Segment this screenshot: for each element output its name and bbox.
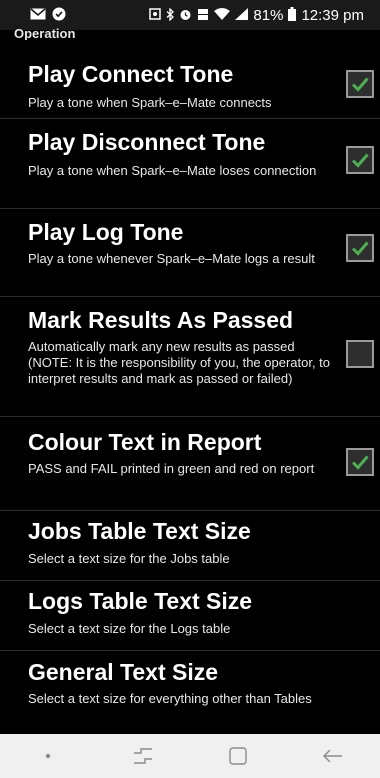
- section-header-operation: Operation: [14, 28, 76, 40]
- pref-general-text-size[interactable]: General Text Size Select a text size for…: [0, 656, 380, 728]
- pref-summary: Automatically mark any new results as pa…: [28, 339, 331, 386]
- back-icon[interactable]: [303, 734, 363, 778]
- pref-title: Play Disconnect Tone: [28, 129, 266, 155]
- wifi-icon: [214, 8, 231, 22]
- pref-title: Mark Results As Passed: [28, 307, 294, 333]
- pref-summary: Play a tone when Spark–e–Mate connects: [28, 95, 272, 110]
- pref-play-connect-tone[interactable]: Play Connect Tone Play a tone when Spark…: [0, 58, 380, 130]
- checkbox-play-disconnect-tone[interactable]: [346, 146, 374, 174]
- recent-apps-icon[interactable]: [113, 734, 173, 778]
- preference-list: Play Connect Tone Play a tone when Spark…: [0, 40, 380, 730]
- checkbox-play-log-tone[interactable]: [346, 234, 374, 262]
- pref-title: General Text Size: [28, 659, 219, 685]
- pref-colour-text-in-report[interactable]: Colour Text in Report PASS and FAIL prin…: [0, 424, 380, 508]
- check-icon: [351, 241, 369, 256]
- home-icon[interactable]: [208, 734, 268, 778]
- pref-title: Logs Table Text Size: [28, 588, 253, 614]
- navigation-bar: [0, 734, 380, 778]
- signal-icon: [235, 8, 249, 22]
- pref-mark-results-as-passed[interactable]: Mark Results As Passed Automatically mar…: [0, 304, 380, 418]
- battery-icon: [288, 7, 297, 23]
- divider: [0, 510, 380, 511]
- pref-play-log-tone[interactable]: Play Log Tone Play a tone whenever Spark…: [0, 216, 380, 298]
- divider: [0, 208, 380, 209]
- pref-summary: Select a text size for the Logs table: [28, 621, 231, 636]
- pref-jobs-table-text-size[interactable]: Jobs Table Text Size Select a text size …: [0, 516, 380, 582]
- do-not-disturb-icon: [52, 7, 66, 23]
- pref-title: Play Connect Tone: [28, 61, 234, 87]
- divider: [0, 580, 380, 581]
- pref-logs-table-text-size[interactable]: Logs Table Text Size Select a text size …: [0, 586, 380, 652]
- nav-dot-icon[interactable]: [18, 734, 78, 778]
- pref-summary: PASS and FAIL printed in green and red o…: [28, 461, 315, 476]
- check-icon: [351, 455, 369, 470]
- pref-title: Play Log Tone: [28, 219, 184, 245]
- volte-icon: [197, 7, 210, 23]
- pref-summary: Play a tone when Spark–e–Mate loses conn…: [28, 163, 317, 178]
- status-right-icons: 81% 12:39 pm: [149, 7, 364, 24]
- bluetooth-icon: [166, 6, 175, 23]
- divider: [0, 118, 380, 119]
- pref-summary: Select a text size for the Jobs table: [28, 551, 230, 566]
- screenshot-icon: [149, 8, 162, 22]
- checkbox-mark-results-as-passed[interactable]: [346, 340, 374, 368]
- pref-summary: Select a text size for everything other …: [28, 691, 312, 706]
- alarm-icon: [179, 8, 192, 23]
- battery-percentage: 81%: [253, 6, 284, 24]
- status-left-icons: [30, 7, 66, 23]
- divider: [0, 416, 380, 417]
- divider: [0, 296, 380, 297]
- clock: 12:39 pm: [301, 6, 364, 24]
- pref-title: Jobs Table Text Size: [28, 518, 251, 544]
- pref-play-disconnect-tone[interactable]: Play Disconnect Tone Play a tone when Sp…: [0, 126, 380, 208]
- email-icon: [30, 8, 46, 22]
- divider: [0, 650, 380, 651]
- pref-summary: Play a tone whenever Spark–e–Mate logs a…: [28, 251, 315, 266]
- checkbox-colour-text-in-report[interactable]: [346, 448, 374, 476]
- check-icon: [351, 153, 369, 168]
- check-icon: [351, 77, 369, 92]
- status-bar: 81% 12:39 pm: [0, 0, 380, 30]
- checkbox-play-connect-tone[interactable]: [346, 70, 374, 98]
- pref-title: Colour Text in Report: [28, 429, 262, 455]
